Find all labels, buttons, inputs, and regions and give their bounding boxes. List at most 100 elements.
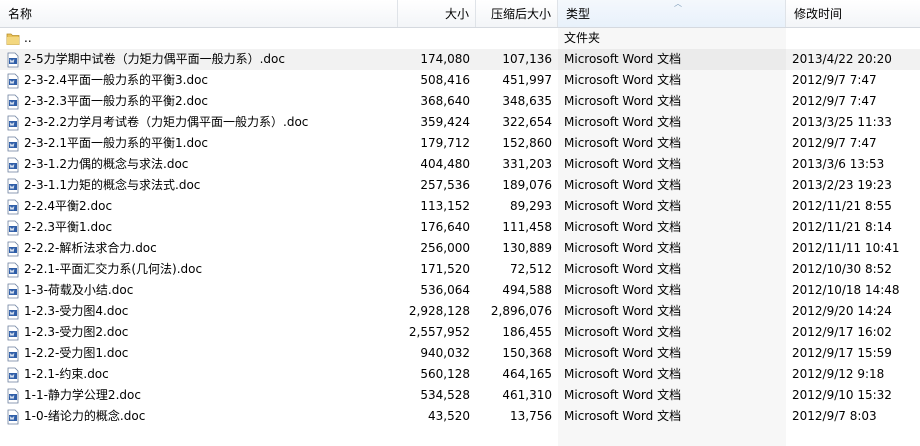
file-name: 2-3-2.1平面一般力系的平衡1.doc <box>24 136 209 150</box>
file-row[interactable]: 2-2.2-解析法求合力.doc 256,000 130,889 Microsoft … <box>0 238 920 259</box>
file-row[interactable]: 2-5力学期中试卷（力矩力偶平面一般力系）.doc 174,080 107,136 M… <box>0 49 920 70</box>
file-compressed-size: 13,756 <box>510 409 552 423</box>
file-size: 179,712 <box>420 136 470 150</box>
file-size: 2,928,128 <box>408 304 470 318</box>
file-type: Microsoft Word 文档 <box>558 217 786 238</box>
file-type: Microsoft Word 文档 <box>558 406 786 427</box>
file-name: 1-1-静力学公理2.doc <box>24 388 141 402</box>
file-size: 257,536 <box>420 178 470 192</box>
file-name-cell: 2-2.3平衡1.doc <box>6 217 398 238</box>
file-name-cell: 1-2.1-约束.doc <box>6 364 398 385</box>
file-row[interactable]: 1-2.2-受力图1.doc 940,032 150,368 Microsoft Wo… <box>0 343 920 364</box>
file-name-cell: 2-2.1-平面汇交力系(几何法).doc <box>6 259 398 280</box>
file-name-cell: 1-0-绪论力的概念.doc <box>6 406 398 427</box>
file-modified: 2012/9/10 15:32 <box>792 388 892 402</box>
column-header-name[interactable]: 名称 <box>0 0 398 27</box>
file-compressed-size: 89,293 <box>510 199 552 213</box>
file-name: 1-2.3-受力图4.doc <box>24 304 129 318</box>
file-compressed-size: 111,458 <box>502 220 552 234</box>
file-compressed-size: 107,136 <box>502 52 552 66</box>
file-row[interactable]: 1-1-静力学公理2.doc 534,528 461,310 Microsoft Wo… <box>0 385 920 406</box>
file-row[interactable]: 1-0-绪论力的概念.doc 43,520 13,756 Microsoft Word… <box>0 406 920 427</box>
file-modified: 2012/10/30 8:52 <box>792 262 892 276</box>
file-size: 43,520 <box>428 409 470 423</box>
word-doc-icon <box>7 199 19 214</box>
file-type: Microsoft Word 文档 <box>558 91 786 112</box>
file-name-cell: 1-2.3-受力图4.doc <box>6 301 398 322</box>
file-name: 2-2.4平衡2.doc <box>24 199 113 213</box>
file-compressed-size: 348,635 <box>502 94 552 108</box>
file-row[interactable]: 2-3-2.1平面一般力系的平衡1.doc 179,712 152,860 Micro… <box>0 133 920 154</box>
file-row[interactable]: 2-3-1.1力矩的概念与求法式.doc 257,536 189,076 Micros… <box>0 175 920 196</box>
file-size: 2,557,952 <box>408 325 470 339</box>
file-name: 2-3-1.2力偶的概念与求法.doc <box>24 157 189 171</box>
file-compressed-size: 186,455 <box>502 325 552 339</box>
word-doc-icon <box>7 178 19 193</box>
file-name-cell: 2-3-2.2力学月考试卷（力矩力偶平面一般力系）.doc <box>6 112 398 133</box>
file-size: 171,520 <box>420 262 470 276</box>
sort-up-arrow-icon: ︿ <box>674 0 682 8</box>
file-modified: 2012/9/17 16:02 <box>792 325 892 339</box>
file-name-cell: 2-2.2-解析法求合力.doc <box>6 238 398 259</box>
file-name: 1-0-绪论力的概念.doc <box>24 409 146 423</box>
file-type: Microsoft Word 文档 <box>558 154 786 175</box>
file-compressed-size: 150,368 <box>502 346 552 360</box>
file-type: Microsoft Word 文档 <box>558 70 786 91</box>
file-size: 534,528 <box>420 388 470 402</box>
file-row[interactable]: 2-3-2.4平面一般力系的平衡3.doc 508,416 451,997 Micro… <box>0 70 920 91</box>
file-row[interactable]: 2-3-2.3平面一般力系的平衡2.doc 368,640 348,635 Micro… <box>0 91 920 112</box>
file-name-cell: 2-3-2.3平面一般力系的平衡2.doc <box>6 91 398 112</box>
file-name-cell: 1-1-静力学公理2.doc <box>6 385 398 406</box>
file-modified: 2013/3/6 13:53 <box>792 157 885 171</box>
file-row[interactable]: 2-3-2.2力学月考试卷（力矩力偶平面一般力系）.doc 359,424 322,… <box>0 112 920 133</box>
file-size: 256,000 <box>420 241 470 255</box>
file-row[interactable]: 1-2.1-约束.doc 560,128 464,165 Microsoft Word… <box>0 364 920 385</box>
file-name-cell: 1-2.3-受力图2.doc <box>6 322 398 343</box>
column-header-compressed-size[interactable]: 压缩后大小 <box>476 0 558 27</box>
file-name-cell: 2-5力学期中试卷（力矩力偶平面一般力系）.doc <box>6 49 398 70</box>
file-type: Microsoft Word 文档 <box>558 133 786 154</box>
file-name: 1-3-荷载及小结.doc <box>24 283 134 297</box>
file-compressed-size: 322,654 <box>502 115 552 129</box>
file-size: 368,640 <box>420 94 470 108</box>
file-type: Microsoft Word 文档 <box>558 175 786 196</box>
word-doc-icon <box>7 52 19 67</box>
file-row[interactable]: 2-2.4平衡2.doc 113,152 89,293 Microsoft Word … <box>0 196 920 217</box>
word-doc-icon <box>7 94 19 109</box>
file-modified: 2013/4/22 20:20 <box>792 52 892 66</box>
parent-folder-label: .. <box>24 31 32 45</box>
file-row[interactable]: 1-3-荷载及小结.doc 536,064 494,588 Microsoft Wor… <box>0 280 920 301</box>
file-size: 404,480 <box>420 157 470 171</box>
word-doc-icon <box>7 157 19 172</box>
file-row[interactable]: 2-2.3平衡1.doc 176,640 111,458 Microsoft Word… <box>0 217 920 238</box>
file-size: 113,152 <box>420 199 470 213</box>
word-doc-icon <box>7 346 19 361</box>
file-row[interactable]: 2-2.1-平面汇交力系(几何法).doc 171,520 72,512 Micros… <box>0 259 920 280</box>
folder-icon <box>6 33 20 45</box>
file-modified: 2013/3/25 11:33 <box>792 115 892 129</box>
file-name-cell: 2-2.4平衡2.doc <box>6 196 398 217</box>
file-name-cell: 2-3-1.1力矩的概念与求法式.doc <box>6 175 398 196</box>
file-name-cell: 2-3-1.2力偶的概念与求法.doc <box>6 154 398 175</box>
file-type: Microsoft Word 文档 <box>558 364 786 385</box>
parent-folder-row[interactable]: .. 文件夹 <box>0 28 920 49</box>
word-doc-icon <box>7 304 19 319</box>
file-compressed-size: 331,203 <box>502 157 552 171</box>
file-row[interactable]: 1-2.3-受力图2.doc 2,557,952 186,455 Microsoft … <box>0 322 920 343</box>
file-modified: 2012/10/18 14:48 <box>792 283 900 297</box>
file-name: 2-2.3平衡1.doc <box>24 220 113 234</box>
column-header-modified[interactable]: 修改时间 <box>786 0 920 27</box>
file-name: 1-2.3-受力图2.doc <box>24 325 129 339</box>
file-name: 2-2.1-平面汇交力系(几何法).doc <box>24 262 203 276</box>
file-modified: 2012/9/17 15:59 <box>792 346 892 360</box>
file-size: 174,080 <box>420 52 470 66</box>
file-row[interactable]: 2-3-1.2力偶的概念与求法.doc 404,480 331,203 Microso… <box>0 154 920 175</box>
file-row[interactable]: 1-2.3-受力图4.doc 2,928,128 2,896,076 Microsof… <box>0 301 920 322</box>
file-name-cell: 1-3-荷载及小结.doc <box>6 280 398 301</box>
file-name: 2-5力学期中试卷（力矩力偶平面一般力系）.doc <box>24 52 285 66</box>
file-name: 2-3-2.4平面一般力系的平衡3.doc <box>24 73 209 87</box>
column-header-size[interactable]: 大小 <box>398 0 476 27</box>
file-compressed-size: 464,165 <box>502 367 552 381</box>
word-doc-icon <box>7 115 19 130</box>
file-modified: 2013/2/23 19:23 <box>792 178 892 192</box>
